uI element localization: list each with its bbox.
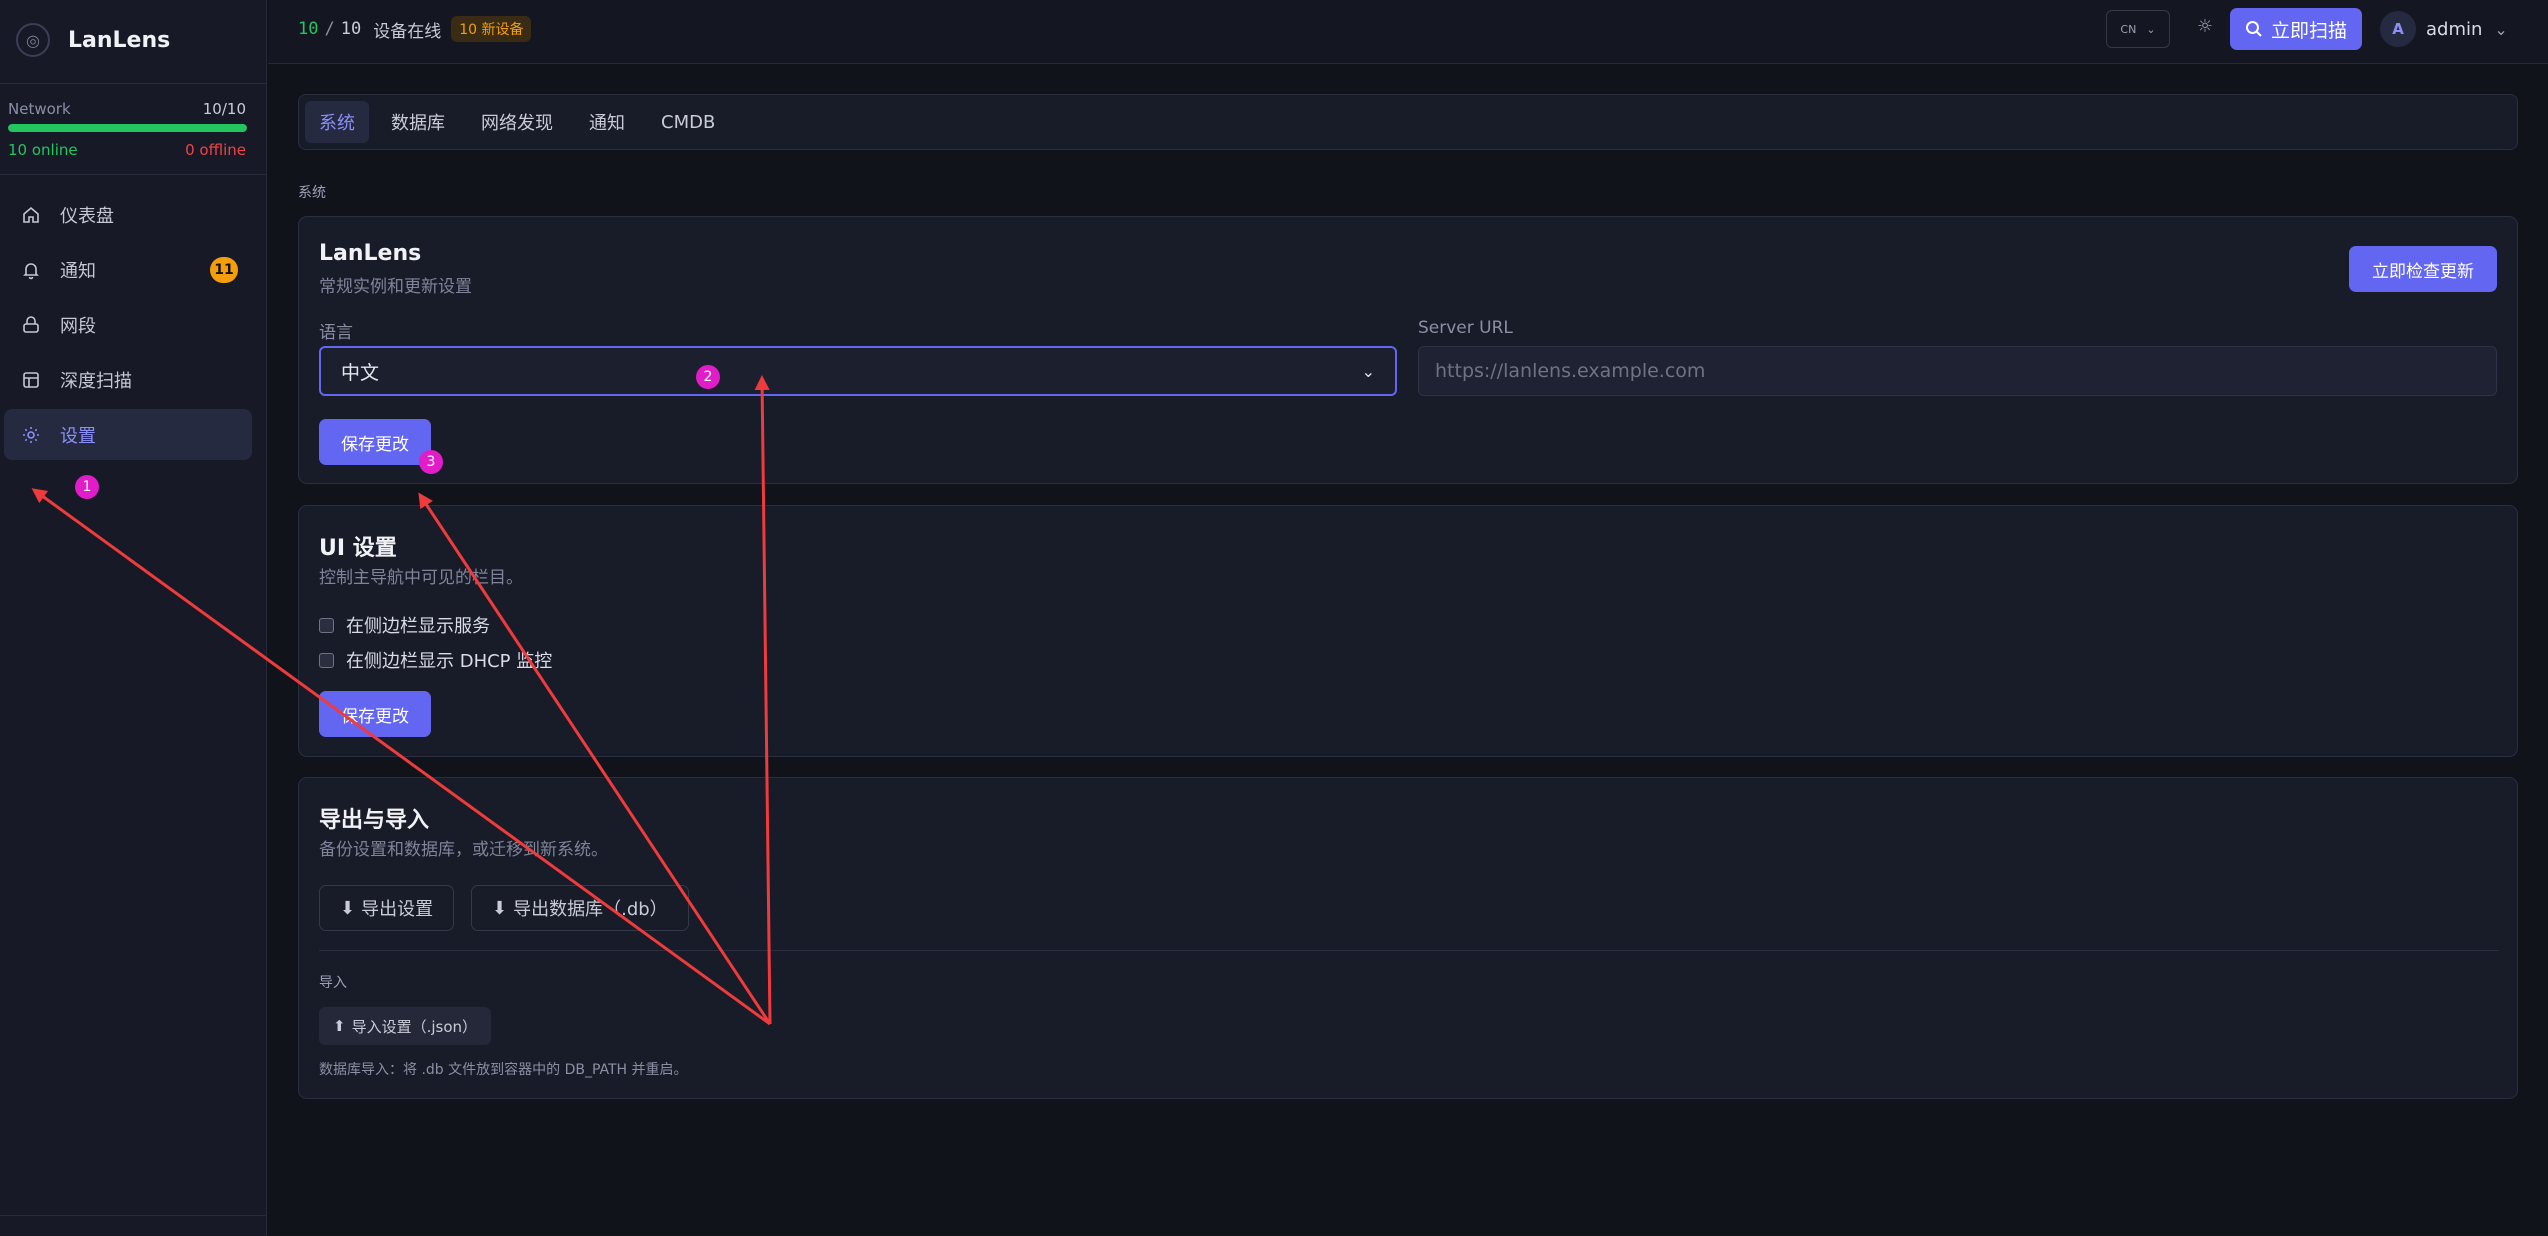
network-segment-icon [20,314,42,336]
check-update-button[interactable]: 立即检查更新 [2349,246,2497,292]
scan-now-button[interactable]: 立即扫描 [2230,8,2362,50]
online-count: 10 [298,19,319,39]
server-url-placeholder: https://lanlens.example.com [1435,360,1706,382]
section-label: 系统 [298,185,326,201]
language-select[interactable]: CN ⌄ [2106,10,2170,48]
home-icon [20,204,42,226]
export-database-label: 导出数据库（.db） [513,899,668,920]
sidebar-item-settings[interactable]: 设置 [4,409,252,460]
user-name: admin [2426,18,2483,40]
search-icon [2245,21,2262,37]
card-title: LanLens [319,241,422,266]
brand[interactable]: ◎ LanLens [16,20,170,60]
divider [319,950,2499,951]
bell-icon [20,259,42,281]
network-offline: 0 offline [185,141,246,159]
server-url-label: Server URL [1418,318,1513,338]
import-label: 导入 [319,975,347,991]
device-status: 10 / 10 设备在线 10 新设备 [298,16,532,42]
sidebar-item-notifications[interactable]: 通知 11 [4,244,252,295]
network-online: 10 online [8,141,78,159]
notification-count-badge: 11 [210,256,238,283]
sidebar: ◎ LanLens Network 10/10 10 online 0 offl… [0,0,267,1236]
show-dhcp-option[interactable]: 在侧边栏显示 DHCP 监控 [319,647,552,673]
network-label: Network [8,100,71,118]
system-settings-card: LanLens 常规实例和更新设置 立即检查更新 语言 中文 ⌄ Server … [298,216,2518,484]
export-import-card: 导出与导入 备份设置和数据库，或迁移到新系统。 ⬇ 导出设置 ⬇ 导出数据库（.… [298,777,2518,1099]
scan-now-label: 立即扫描 [2270,19,2347,42]
export-database-button[interactable]: ⬇ 导出数据库（.db） [471,885,689,931]
server-url-input[interactable]: https://lanlens.example.com [1418,346,2497,396]
table-icon [20,369,42,391]
card-title: UI 设置 [319,536,397,561]
sidebar-divider [0,174,267,175]
sidebar-divider [0,1215,267,1216]
checkbox[interactable] [319,652,334,668]
annotation-marker-3: 3 [419,450,443,474]
language-select-field[interactable]: 中文 ⌄ [319,346,1397,396]
save-button[interactable]: 保存更改 [319,419,431,465]
import-settings-label: 导入设置（.json） [351,1017,478,1036]
card-subtitle: 常规实例和更新设置 [319,277,472,297]
network-progress-bar [8,124,247,132]
sidebar-item-label: 通知 [60,260,96,282]
checkbox-label: 在侧边栏显示服务 [346,616,490,637]
tab-system[interactable]: 系统 [305,101,369,143]
annotation-marker-1: 1 [75,475,99,499]
sidebar-item-segments[interactable]: 网段 [4,299,252,350]
theme-toggle-sun-icon[interactable]: ☼ [2192,16,2218,42]
gear-icon [20,424,42,446]
network-count: 10/10 [202,100,246,118]
online-label: 设备在线 [373,21,442,42]
language-code: CN [2120,22,2137,36]
upload-icon: ⬆ [333,1017,346,1035]
checkbox[interactable] [319,617,334,633]
checkbox-label: 在侧边栏显示 DHCP 监控 [346,651,553,672]
brand-name: LanLens [68,27,171,53]
network-progress-fill [8,124,247,132]
language-label: 语言 [319,323,353,343]
total-count: 10 [340,19,362,39]
tab-notifications[interactable]: 通知 [575,101,639,143]
download-icon: ⬇ [492,897,508,919]
ui-settings-card: UI 设置 控制主导航中可见的栏目。 在侧边栏显示服务 在侧边栏显示 DHCP … [298,505,2518,757]
sidebar-item-label: 设置 [60,425,96,447]
show-services-option[interactable]: 在侧边栏显示服务 [319,612,490,638]
card-subtitle: 备份设置和数据库，或迁移到新系统。 [319,840,608,860]
sidebar-item-label: 网段 [60,315,96,337]
chevron-down-icon: ⌄ [1361,361,1375,381]
tab-database[interactable]: 数据库 [377,101,459,143]
sidebar-nav: 仪表盘 通知 11 网段 深度扫描 设置 [4,189,252,464]
card-subtitle: 控制主导航中可见的栏目。 [319,568,523,588]
top-header: 10 / 10 设备在线 10 新设备 CN ⌄ ☼ 立即扫描 A admin … [268,0,2548,64]
language-value: 中文 [341,361,380,384]
status-slash: / [324,19,335,39]
chevron-down-icon: ⌄ [2494,19,2508,39]
annotation-marker-2: 2 [696,365,720,389]
card-title: 导出与导入 [319,808,430,833]
settings-tabs: 系统 数据库 网络发现 通知 CMDB [298,94,2518,150]
save-button[interactable]: 保存更改 [319,691,431,737]
chevron-down-icon: ⌄ [2146,22,2156,36]
export-settings-button[interactable]: ⬇ 导出设置 [319,885,455,931]
import-settings-button[interactable]: ⬆ 导入设置（.json） [319,1007,492,1045]
user-menu[interactable]: A admin ⌄ [2380,10,2508,48]
new-devices-badge[interactable]: 10 新设备 [451,16,532,42]
db-import-note: 数据库导入：将 .db 文件放到容器中的 DB_PATH 并重启。 [319,1062,688,1078]
sidebar-item-deep-scan[interactable]: 深度扫描 [4,354,252,405]
sidebar-item-label: 仪表盘 [60,205,114,227]
download-icon: ⬇ [340,897,356,919]
sidebar-item-dashboard[interactable]: 仪表盘 [4,189,252,240]
export-settings-label: 导出设置 [361,899,434,920]
tab-network-discovery[interactable]: 网络发现 [467,101,567,143]
sidebar-item-label: 深度扫描 [60,370,132,392]
sidebar-divider [0,83,267,84]
avatar: A [2380,11,2416,47]
radar-logo-icon: ◎ [16,23,50,57]
tab-cmdb[interactable]: CMDB [647,101,729,143]
